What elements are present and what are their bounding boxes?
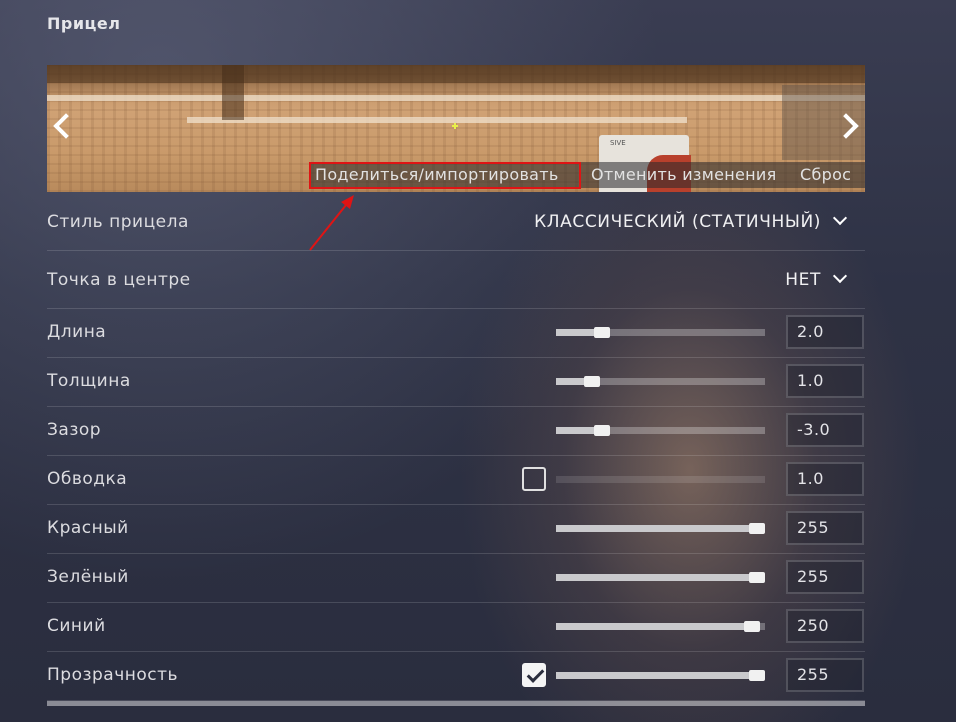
crosshair-icon — [452, 123, 458, 129]
blue-value-field[interactable]: 250 — [786, 609, 864, 643]
green-slider[interactable] — [556, 572, 765, 583]
thickness-value-field[interactable]: 1.0 — [786, 364, 864, 398]
outline-checkbox[interactable] — [522, 467, 546, 491]
crosshair-preview: SIVE Поделиться/импортировать Отменить и… — [47, 65, 865, 192]
preview-sign-text: SIVE — [610, 139, 626, 147]
outline-slider[interactable] — [556, 476, 765, 483]
alpha-label: Прозрачность — [47, 665, 179, 685]
reset-button[interactable]: Сброс — [795, 162, 865, 188]
blue-slider-fill — [556, 623, 753, 630]
preview-roof-shadow — [47, 65, 865, 83]
share-import-button[interactable]: Поделиться/импортировать — [310, 162, 586, 188]
thickness-label: Толщина — [47, 371, 131, 391]
alpha-slider[interactable] — [556, 670, 765, 681]
thickness-slider[interactable] — [556, 376, 765, 387]
center-dot-value: НЕТ — [785, 270, 821, 290]
red-slider-fill — [556, 525, 757, 532]
row-blue: Синий 250 — [47, 603, 865, 652]
gap-slider[interactable] — [556, 425, 765, 436]
alpha-checkbox[interactable] — [522, 663, 546, 687]
gap-slider-thumb[interactable] — [593, 425, 610, 436]
chevron-down-icon — [832, 268, 848, 284]
chevron-down-icon — [832, 210, 848, 226]
crosshair-style-label: Стиль прицела — [47, 212, 189, 232]
alpha-value-field[interactable]: 255 — [786, 658, 864, 692]
green-slider-fill — [556, 574, 757, 581]
crosshair-style-dropdown[interactable]: КЛАССИЧЕСКИЙ (СТАТИЧНЫЙ) — [534, 210, 848, 232]
row-green: Зелёный 255 — [47, 554, 865, 603]
preview-ledge — [187, 117, 687, 123]
length-slider-thumb[interactable] — [593, 327, 610, 338]
blue-slider[interactable] — [556, 621, 765, 632]
center-dot-dropdown[interactable]: НЕТ — [785, 268, 848, 290]
length-value-field[interactable]: 2.0 — [786, 315, 864, 349]
center-dot-label: Точка в центре — [47, 270, 191, 290]
crosshair-style-value: КЛАССИЧЕСКИЙ (СТАТИЧНЫЙ) — [534, 212, 821, 232]
cancel-changes-button[interactable]: Отменить изменения — [586, 162, 795, 188]
row-thickness: Толщина 1.0 — [47, 358, 865, 407]
row-gap: Зазор -3.0 — [47, 407, 865, 456]
green-slider-thumb[interactable] — [748, 572, 765, 583]
section-title: Прицел — [47, 14, 121, 33]
blue-slider-thumb[interactable] — [744, 621, 761, 632]
red-value-field[interactable]: 255 — [786, 511, 864, 545]
row-length: Длина 2.0 — [47, 309, 865, 358]
gap-value-field[interactable]: -3.0 — [786, 413, 864, 447]
outline-value-field[interactable]: 1.0 — [786, 462, 864, 496]
green-label: Зелёный — [47, 567, 129, 587]
red-slider[interactable] — [556, 523, 765, 534]
length-label: Длина — [47, 322, 107, 342]
row-center-dot: Точка в центре НЕТ — [47, 251, 865, 309]
thickness-slider-thumb[interactable] — [583, 376, 600, 387]
length-slider[interactable] — [556, 327, 765, 338]
chevron-left-icon[interactable] — [53, 113, 79, 139]
row-red: Красный 255 — [47, 505, 865, 554]
red-slider-thumb[interactable] — [748, 523, 765, 534]
alpha-slider-fill — [556, 672, 757, 679]
row-alpha: Прозрачность 255 — [47, 652, 865, 701]
outline-label: Обводка — [47, 469, 128, 489]
green-value-field[interactable]: 255 — [786, 560, 864, 594]
blue-label: Синий — [47, 616, 106, 636]
gap-label: Зазор — [47, 420, 102, 440]
preview-window — [222, 65, 244, 120]
row-outline: Обводка 1.0 — [47, 456, 865, 505]
row-crosshair-style: Стиль прицела КЛАССИЧЕСКИЙ (СТАТИЧНЫЙ) — [47, 193, 865, 251]
red-label: Красный — [47, 518, 129, 538]
preview-ledge — [47, 95, 865, 101]
alpha-slider-thumb[interactable] — [748, 670, 765, 681]
horizontal-scrollbar[interactable] — [47, 701, 865, 706]
